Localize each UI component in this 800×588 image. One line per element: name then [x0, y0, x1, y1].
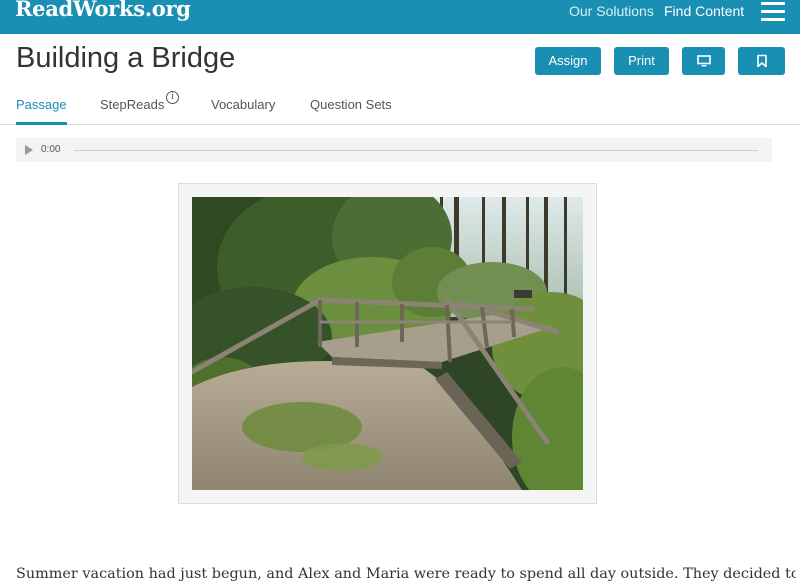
readworks-logo[interactable]: ReadWorks.org — [15, 0, 191, 21]
top-nav-bar: ReadWorks.org Our Solutions Find Content — [0, 0, 800, 34]
monitor-icon — [696, 55, 711, 67]
bookmark-icon — [756, 54, 767, 68]
play-icon[interactable] — [25, 145, 33, 155]
print-button[interactable]: Print — [614, 47, 669, 75]
hamburger-line — [761, 2, 785, 5]
info-icon[interactable]: i — [166, 91, 179, 104]
hamburger-line — [761, 10, 785, 13]
tab-stepreads[interactable]: StepReads — [100, 97, 164, 112]
logo-suffix: .org — [144, 0, 191, 21]
passage-image-frame — [178, 183, 597, 504]
bridge-photo-illustration — [192, 197, 583, 490]
present-button[interactable] — [682, 47, 725, 75]
hamburger-icon[interactable] — [761, 2, 785, 22]
audio-progress-track[interactable] — [74, 150, 758, 151]
audio-time: 0:00 — [41, 144, 61, 155]
bookmark-button[interactable] — [738, 47, 785, 75]
hamburger-line — [761, 18, 785, 21]
content-tabs: Passage StepReads Vocabulary Question Se… — [0, 88, 800, 125]
page-title: Building a Bridge — [16, 42, 236, 74]
nav-find-content[interactable]: Find Content — [664, 3, 744, 19]
nav-our-solutions[interactable]: Our Solutions — [569, 3, 654, 19]
tab-vocabulary[interactable]: Vocabulary — [211, 97, 275, 112]
passage-paragraph: Summer vacation had just begun, and Alex… — [16, 566, 796, 582]
assign-button[interactable]: Assign — [535, 47, 601, 75]
bridge-photo — [192, 197, 583, 490]
tab-passage[interactable]: Passage — [16, 97, 67, 125]
tab-question-sets[interactable]: Question Sets — [310, 97, 392, 112]
audio-player: 0:00 — [16, 138, 772, 162]
logo-text: ReadWorks — [15, 0, 145, 21]
